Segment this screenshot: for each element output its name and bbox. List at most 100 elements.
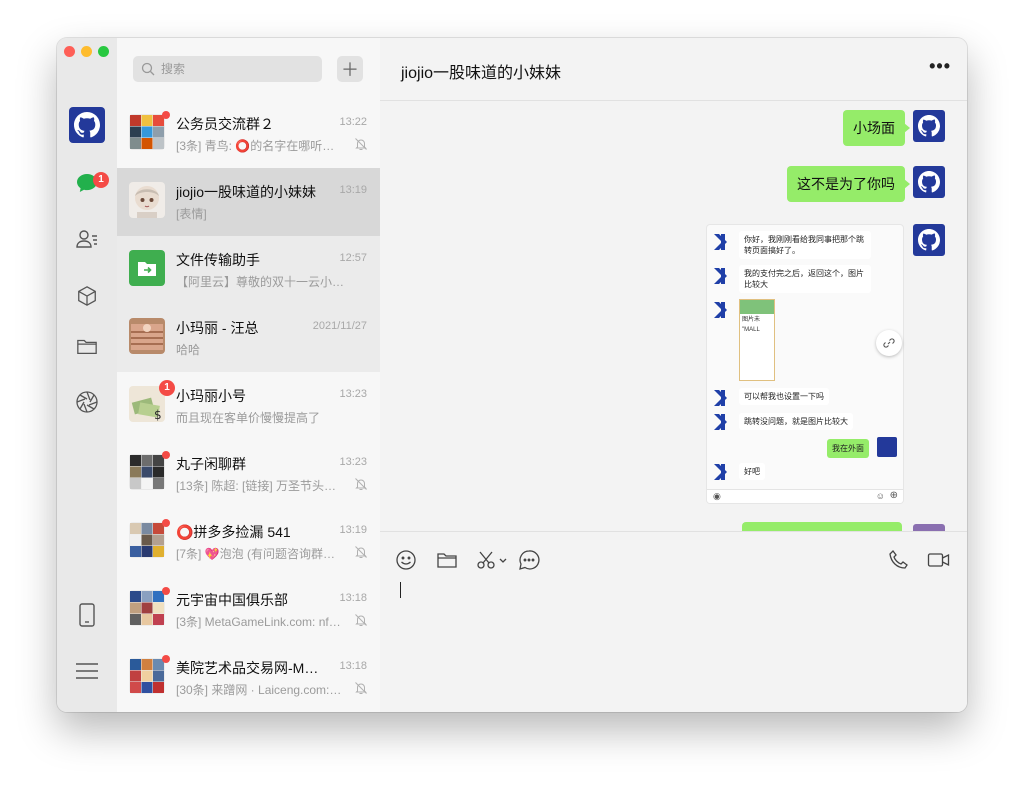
conversation-name: 文件传输助手 — [176, 252, 260, 268]
my-avatar[interactable] — [913, 110, 945, 142]
cube-icon — [78, 286, 96, 306]
image-message[interactable]: 你好，我刚刚看给我同事把那个跳转页面搞好了。 我的支付完之后，返回这个，图片比较… — [706, 224, 904, 504]
thumbnail-text: "MALL — [742, 327, 760, 333]
phone-mirror-button[interactable] — [73, 601, 101, 629]
group-avatar — [129, 522, 165, 558]
conversation-item[interactable]: jiojio一股味道的小妹妹 13:19 [表情] — [117, 168, 380, 236]
scissors-icon — [477, 551, 507, 569]
search-icon — [141, 62, 155, 76]
mute-bell-icon — [355, 682, 367, 694]
conversation-name: jiojio一股味道的小妹妹 — [176, 184, 317, 200]
mute-bell-icon — [355, 138, 367, 150]
contact-avatar — [129, 318, 165, 354]
conversation-preview: [13条] 陈超: [链接] 万圣节头… — [176, 479, 337, 493]
zoom-window-button[interactable] — [98, 46, 109, 57]
conversation-time: 2021/11/27 — [312, 320, 367, 332]
search-input[interactable] — [159, 61, 313, 77]
contact-avatar — [129, 182, 165, 218]
favorites-tab[interactable] — [73, 282, 101, 310]
conversation-name: 美院艺术品交易网-Me… — [176, 660, 326, 676]
chat-history-button[interactable] — [517, 548, 541, 572]
conversation-time: 13:19 — [339, 524, 367, 536]
sent-message-bubble[interactable]: 小场面 — [843, 110, 910, 146]
github-icon — [918, 229, 940, 251]
unread-dot — [162, 655, 170, 663]
screenshot-voice-icon: ◉ — [713, 491, 721, 501]
conversation-item[interactable]: 元宇宙中国俱乐部 13:18 [3条] MetaGameLink.com: nf… — [117, 576, 380, 644]
github-icon — [918, 115, 940, 137]
menu-button[interactable] — [73, 657, 101, 685]
nav-rail: 1 — [57, 38, 118, 712]
phone-icon — [889, 550, 908, 569]
message-input[interactable] — [394, 578, 958, 702]
unread-dot — [162, 111, 170, 119]
conversation-item[interactable]: ⭕拼多多捡漏 541 13:19 [7条] 💖泡泡 (有问题咨询群… — [117, 508, 380, 576]
conversation-name: 小玛丽小号 — [176, 388, 246, 404]
conversation-item[interactable]: 美院艺术品交易网-Me… 13:18 [30条] 来蹭网 · Laiceng.c… — [117, 644, 380, 712]
folder-icon — [437, 553, 457, 568]
conversation-preview: [3条] MetaGameLink.com: nf… — [176, 615, 341, 629]
k-logo-icon — [714, 302, 727, 318]
hamburger-menu-icon — [76, 663, 98, 679]
chats-unread-badge: 1 — [93, 172, 109, 188]
conversation-item[interactable]: $ 1 小玛丽小号 13:23 而且现在客单价慢慢提高了 — [117, 372, 380, 440]
sent-message-bubble[interactable]: 这不是为了你吗 — [787, 166, 910, 202]
conversation-item[interactable]: 公务员交流群２ 13:22 [3条] 青鸟: ⭕的名字在哪听… — [117, 100, 380, 168]
profile-avatar[interactable] — [69, 107, 105, 143]
window-controls — [64, 46, 109, 57]
video-camera-icon — [927, 553, 950, 567]
conversation-preview: 哈哈 — [176, 343, 201, 357]
message-bubble-icon — [519, 550, 540, 570]
voice-call-button[interactable] — [887, 548, 911, 572]
unread-dot — [162, 519, 170, 527]
k-logo-icon — [714, 414, 727, 430]
group-avatar — [129, 590, 165, 626]
minimize-window-button[interactable] — [81, 46, 92, 57]
message-area[interactable]: 小场面 这不是为了你吗 你好，我刚刚看给我同事把那个跳转页面搞好了。 我的支付完… — [380, 100, 967, 531]
send-file-button[interactable] — [435, 548, 459, 572]
group-avatar — [129, 658, 165, 694]
mute-bell-icon — [355, 614, 367, 626]
video-call-button[interactable] — [925, 548, 953, 572]
mobile-phone-icon — [79, 603, 95, 627]
close-window-button[interactable] — [64, 46, 75, 57]
add-chat-button[interactable]: ＋ — [337, 56, 363, 82]
chat-header: jiojio一股味道的小妹妹 ••• — [380, 38, 967, 101]
thumbnail-text: 图片未 — [742, 317, 761, 323]
github-icon — [74, 112, 100, 138]
unread-dot — [162, 587, 170, 595]
conversation-preview: 而且现在客单价慢慢提高了 — [176, 411, 321, 425]
conversation-preview: [30条] 来蹭网 · Laiceng.com:… — [176, 683, 342, 697]
screenshot-emoji-icon: ☺ — [875, 491, 885, 501]
conversation-item[interactable]: 文件传输助手 12:57 【阿里云】尊敬的双十一云小宝… — [117, 236, 380, 304]
contacts-tab[interactable] — [73, 225, 101, 253]
conversation-time: 13:22 — [339, 116, 367, 128]
image-link-button[interactable] — [876, 330, 902, 356]
emoji-button[interactable] — [394, 548, 418, 572]
my-avatar[interactable] — [913, 166, 945, 198]
screenshot-sent-message: 我在外面 — [827, 439, 869, 458]
k-logo-icon — [714, 390, 727, 406]
files-tab[interactable] — [73, 332, 101, 360]
screenshot-thumbnail: 图片未 "MALL — [739, 299, 775, 381]
more-options-button[interactable]: ••• — [929, 56, 951, 77]
my-avatar[interactable] — [913, 224, 945, 256]
group-avatar — [129, 454, 165, 490]
screenshot-message: 可以帮我也设置一下吗 — [739, 388, 829, 405]
screenshot-button[interactable] — [476, 548, 510, 572]
link-icon — [883, 338, 895, 348]
moments-tab[interactable] — [73, 388, 101, 416]
chat-title: jiojio一股味道的小妹妹 — [401, 65, 562, 82]
folder-icon — [77, 339, 97, 354]
aperture-icon — [76, 391, 98, 413]
k-logo-icon — [714, 464, 727, 480]
conversation-item[interactable]: 小玛丽 - 汪总 2021/11/27 哈哈 — [117, 304, 380, 372]
conversation-name: 元宇宙中国俱乐部 — [176, 592, 288, 608]
search-box[interactable] — [133, 56, 322, 82]
screenshot-message: 你好，我刚刚看给我同事把那个跳转页面搞好了。 — [739, 231, 871, 259]
file-transfer-avatar — [129, 250, 165, 286]
conversation-item[interactable]: 丸子闲聊群 13:23 [13条] 陈超: [链接] 万圣节头… — [117, 440, 380, 508]
conversation-preview: [表情] — [176, 207, 207, 221]
my-avatar[interactable] — [913, 524, 945, 531]
sent-message-bubble[interactable] — [742, 522, 902, 531]
